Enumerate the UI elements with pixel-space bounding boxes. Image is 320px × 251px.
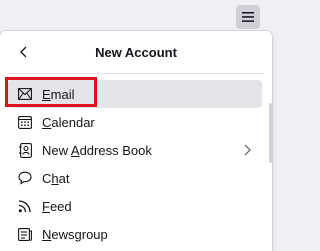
back-button[interactable]	[12, 40, 36, 64]
chevron-right-icon	[244, 144, 251, 156]
chevron-left-icon	[20, 46, 27, 58]
menu-item-chat[interactable]: Chat	[8, 164, 262, 192]
menu-item-calendar[interactable]: Calendar	[8, 108, 262, 136]
menu-item-newsgroup[interactable]: Newsgroup	[8, 220, 262, 248]
feed-icon	[17, 198, 33, 214]
address-book-icon	[17, 142, 33, 158]
app-menu-button[interactable]	[236, 5, 260, 29]
menu-item-feed[interactable]: Feed	[8, 192, 262, 220]
highlight-box	[5, 77, 97, 107]
menu-item-label: Feed	[42, 198, 72, 214]
menu-item-label: New Address Book	[42, 142, 152, 158]
menu-item-label: Chat	[42, 170, 70, 186]
new-account-panel: New Account Email Calendar New Address B…	[0, 31, 272, 251]
panel-header: New Account	[0, 31, 272, 73]
chat-icon	[17, 170, 33, 186]
newsgroup-icon	[17, 226, 33, 242]
menu-item-label: Newsgroup	[42, 226, 108, 242]
panel-title: New Account	[95, 44, 177, 60]
calendar-icon	[17, 114, 33, 130]
hamburger-icon	[242, 12, 254, 22]
menu-item-label: Calendar	[42, 114, 95, 130]
menu-item-new-address-book[interactable]: New Address Book	[8, 136, 262, 164]
scrollbar[interactable]	[269, 103, 272, 163]
toolbar	[0, 0, 272, 31]
